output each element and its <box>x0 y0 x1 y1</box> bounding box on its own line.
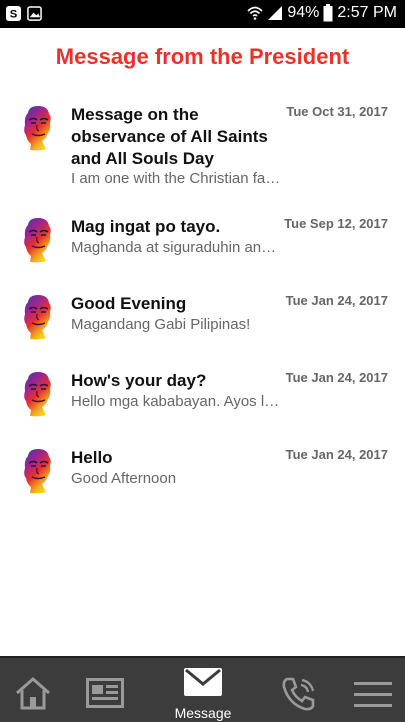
bottom-nav: Message <box>0 656 405 722</box>
avatar <box>22 217 54 263</box>
nav-message[interactable]: Message <box>160 658 246 722</box>
message-date: Tue Jan 24, 2017 <box>285 370 388 385</box>
mail-icon <box>184 668 222 696</box>
signal-icon <box>268 6 283 20</box>
newspaper-icon <box>86 678 124 708</box>
nav-call[interactable] <box>272 658 328 722</box>
message-title: Mag ingat po tayo. <box>71 217 221 236</box>
message-snippet: Magandang Gabi Pilipinas! <box>71 316 251 333</box>
list-item[interactable]: Good Evening Tue Jan 24, 2017 Magandang … <box>0 289 405 366</box>
wifi-icon <box>247 6 263 20</box>
gallery-icon <box>27 6 42 21</box>
message-snippet: Hello mga kababayan. Ayos lang ba kayo? <box>71 393 281 410</box>
avatar <box>22 105 54 151</box>
avatar <box>22 371 54 417</box>
list-item[interactable]: Mag ingat po tayo. Tue Sep 12, 2017 Magh… <box>0 212 405 289</box>
battery-percent: 94% <box>287 4 320 21</box>
message-date: Tue Oct 31, 2017 <box>286 104 388 119</box>
home-icon <box>16 677 50 710</box>
nav-menu[interactable] <box>346 658 405 722</box>
message-title: Hello <box>71 448 113 467</box>
message-title: How's your day? <box>71 371 207 390</box>
nav-news[interactable] <box>76 658 136 722</box>
status-bar: S 94% 2:57 PM <box>0 0 405 28</box>
list-item[interactable]: Hello Tue Jan 24, 2017 Good Afternoon <box>0 443 405 520</box>
nav-message-label: Message <box>174 705 232 721</box>
message-date: Tue Jan 24, 2017 <box>285 447 388 462</box>
clock: 2:57 PM <box>337 4 397 21</box>
nav-home[interactable] <box>0 658 66 722</box>
page-title: Message from the President <box>55 44 350 69</box>
menu-icon <box>354 682 392 707</box>
svg-text:S: S <box>10 9 18 21</box>
battery-icon <box>323 4 333 22</box>
skype-icon: S <box>6 6 21 21</box>
message-snippet: I am one with the Christian faithful <box>71 170 281 187</box>
message-list: Message on the observance of All Saints … <box>0 100 405 520</box>
avatar <box>22 448 54 494</box>
message-snippet: Good Afternoon <box>71 470 177 487</box>
message-date: Tue Sep 12, 2017 <box>284 216 388 231</box>
phone-icon <box>282 677 315 711</box>
list-item[interactable]: Message on the observance of All Saints … <box>0 100 405 212</box>
avatar <box>22 294 54 340</box>
message-title: Message on the observance of All Saints … <box>71 105 268 168</box>
message-title: Good Evening <box>71 294 187 313</box>
list-item[interactable]: How's your day? Tue Jan 24, 2017 Hello m… <box>0 366 405 443</box>
message-date: Tue Jan 24, 2017 <box>285 293 388 308</box>
message-snippet: Maghanda at siguraduhin ang inyong kalig… <box>71 239 281 256</box>
